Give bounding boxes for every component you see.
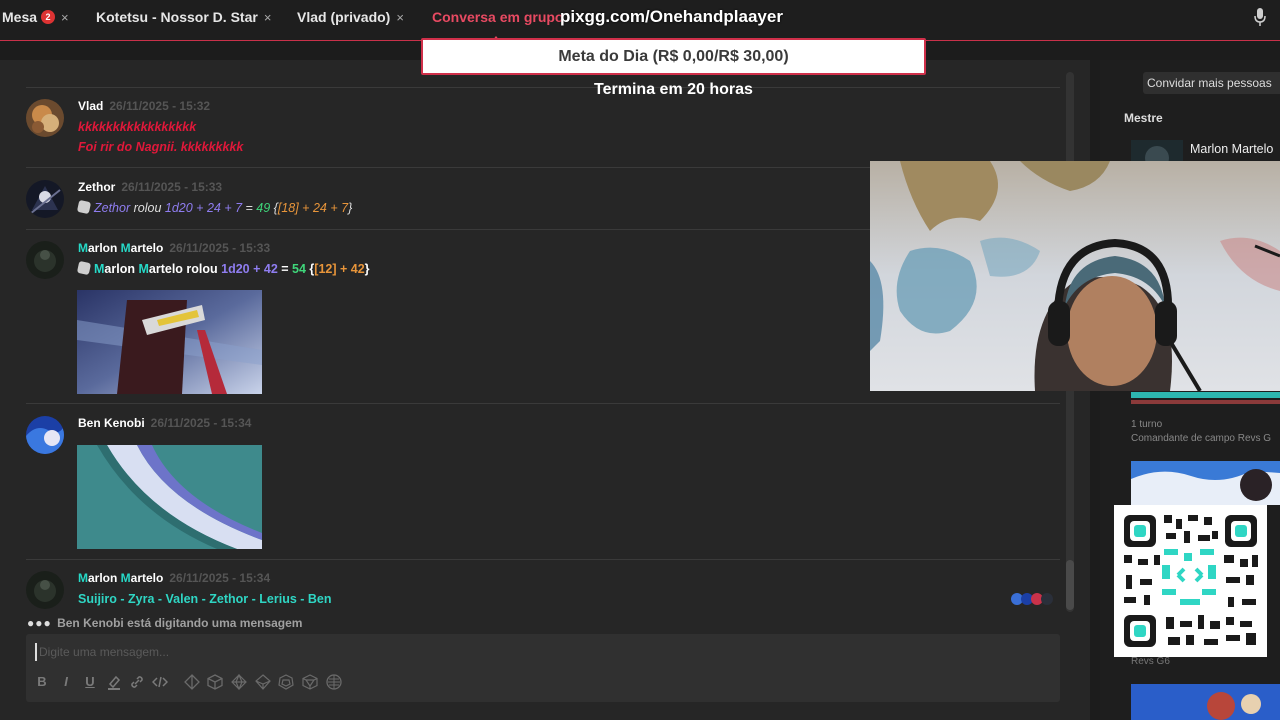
chat-scrollbar-thumb[interactable] <box>1066 560 1074 610</box>
health-bar <box>1131 392 1280 398</box>
roll-equals: = <box>242 201 257 215</box>
author-name[interactable]: Marlon Martelo <box>78 571 163 585</box>
typing-dots-icon: ●●● <box>27 616 52 630</box>
tab-label: Vlad (privado) <box>297 9 391 25</box>
author-name[interactable]: Zethor <box>78 180 115 194</box>
roll-formula: 1d20 + 42 <box>221 262 278 276</box>
d12-icon[interactable] <box>278 674 294 690</box>
roll-detail: [18] + 24 + 7 <box>277 201 349 215</box>
webcam-overlay <box>870 161 1280 391</box>
read-receipt-avatars <box>1011 593 1053 605</box>
avatar[interactable] <box>26 99 64 137</box>
mana-bar <box>1131 400 1280 404</box>
microphone-icon[interactable] <box>1254 8 1266 26</box>
avatar[interactable] <box>26 241 64 279</box>
master-name[interactable]: Marlon Martelo <box>1190 142 1273 156</box>
d8-icon[interactable] <box>231 674 247 690</box>
message-text: kkkkkkkkkkkkkkkkk <box>78 120 197 134</box>
underline-icon[interactable]: U <box>82 674 98 690</box>
unread-badge: 2 <box>41 10 56 24</box>
roller-name: Zethor <box>94 201 131 215</box>
turn-counter: 1 turno <box>1131 419 1163 430</box>
author-name[interactable]: Ben Kenobi <box>78 416 145 430</box>
tab-label: Conversa em grupo <box>432 9 564 25</box>
roll-close: } <box>364 262 370 276</box>
message-header: Marlon Martelo 26/11/2025 - 15:34 <box>78 571 270 585</box>
message-divider <box>26 403 1060 404</box>
donation-url: pixgg.com/Onehandplaayer <box>560 7 783 26</box>
dice-icon <box>76 260 92 276</box>
timestamp: 26/11/2025 - 15:33 <box>121 180 223 194</box>
avatar[interactable] <box>26 416 64 454</box>
tab-vlad-private[interactable]: Vlad (privado) × <box>297 0 404 34</box>
tab-label: Kotetsu - Nossor D. Star <box>96 9 258 25</box>
avatar[interactable] <box>26 571 64 609</box>
dice-roll-message: Zethor rolou 1d20 + 24 + 7 = 49 {[18] + … <box>76 199 353 215</box>
tab-group-chat[interactable]: Conversa em grupo <box>432 0 563 34</box>
sword-image-attachment[interactable] <box>77 445 262 549</box>
message-text: Suijiro - Zyra - Valen - Zethor - Lerius… <box>78 592 332 606</box>
anime-image-attachment[interactable] <box>77 290 262 394</box>
d10-icon[interactable] <box>255 674 271 690</box>
timestamp: 26/11/2025 - 15:34 <box>169 571 271 585</box>
d100-icon[interactable] <box>326 674 342 690</box>
message-header: Zethor 26/11/2025 - 15:33 <box>78 180 222 194</box>
invite-more-button[interactable]: Convidar mais pessoas <box>1143 72 1280 94</box>
close-icon[interactable]: × <box>396 10 404 25</box>
character-subtitle: Revs G6 <box>1131 656 1170 667</box>
qr-code-image <box>1114 505 1267 657</box>
roll-equals: = <box>277 262 293 276</box>
d20-icon[interactable] <box>302 674 318 690</box>
close-icon[interactable]: × <box>61 10 69 25</box>
dice-roll-message: Marlon Martelo rolou 1d20 + 42 = 54 {[12… <box>76 260 370 276</box>
goal-countdown: Termina em 20 horas <box>594 81 753 98</box>
message-composer: B I U <box>26 634 1060 702</box>
author-name[interactable]: Vlad <box>78 99 103 113</box>
message-divider <box>26 559 1060 560</box>
highlight-icon[interactable] <box>106 674 122 690</box>
avatar[interactable] <box>26 180 64 218</box>
tab-kotetsu[interactable]: Kotetsu - Nossor D. Star × <box>96 0 271 34</box>
typing-text: Ben Kenobi está digitando uma mensagem <box>57 616 303 630</box>
d6-icon[interactable] <box>207 674 223 690</box>
author-name[interactable]: Marlon Martelo <box>78 241 163 255</box>
master-section-title: Mestre <box>1124 111 1163 125</box>
message-text: Foi rir do Nagnii. kkkkkkkkk <box>78 140 244 154</box>
character-card-image[interactable] <box>1131 461 1280 505</box>
roll-formula: 1d20 + 24 + 7 <box>164 201 243 215</box>
d4-icon[interactable] <box>184 674 200 690</box>
typing-indicator: ●●● Ben Kenobi está digitando uma mensag… <box>27 616 302 630</box>
roll-verb: rolou <box>182 262 222 276</box>
bold-icon[interactable]: B <box>34 674 50 690</box>
italic-icon[interactable]: I <box>58 674 74 690</box>
timestamp: 26/11/2025 - 15:34 <box>150 416 252 430</box>
code-icon[interactable] <box>152 674 168 690</box>
roll-detail: [12] + 42 <box>314 262 365 276</box>
daily-goal-box: Meta do Dia (R$ 0,00/R$ 30,00) <box>421 38 926 75</box>
roll-verb: rolou <box>130 201 165 215</box>
roll-result: 54 <box>292 262 306 276</box>
roll-close: } <box>348 201 353 215</box>
message-header: Marlon Martelo 26/11/2025 - 15:33 <box>78 241 270 255</box>
character-card-image[interactable] <box>1131 684 1280 720</box>
timestamp: 26/11/2025 - 15:32 <box>109 99 211 113</box>
roll-result: 49 <box>256 201 271 215</box>
message-header: Ben Kenobi 26/11/2025 - 15:34 <box>78 416 251 430</box>
character-name[interactable]: Comandante de campo Revs G <box>1131 433 1271 444</box>
message-input[interactable] <box>35 643 935 661</box>
tab-mesa[interactable]: Mesa 2 × <box>2 0 69 34</box>
roll-open: { <box>270 201 278 215</box>
dice-icon <box>76 199 92 215</box>
tab-label: Mesa <box>2 9 38 25</box>
link-icon[interactable] <box>129 674 145 690</box>
timestamp: 26/11/2025 - 15:33 <box>169 241 271 255</box>
message-header: Vlad 26/11/2025 - 15:32 <box>78 99 210 113</box>
close-icon[interactable]: × <box>264 10 272 25</box>
